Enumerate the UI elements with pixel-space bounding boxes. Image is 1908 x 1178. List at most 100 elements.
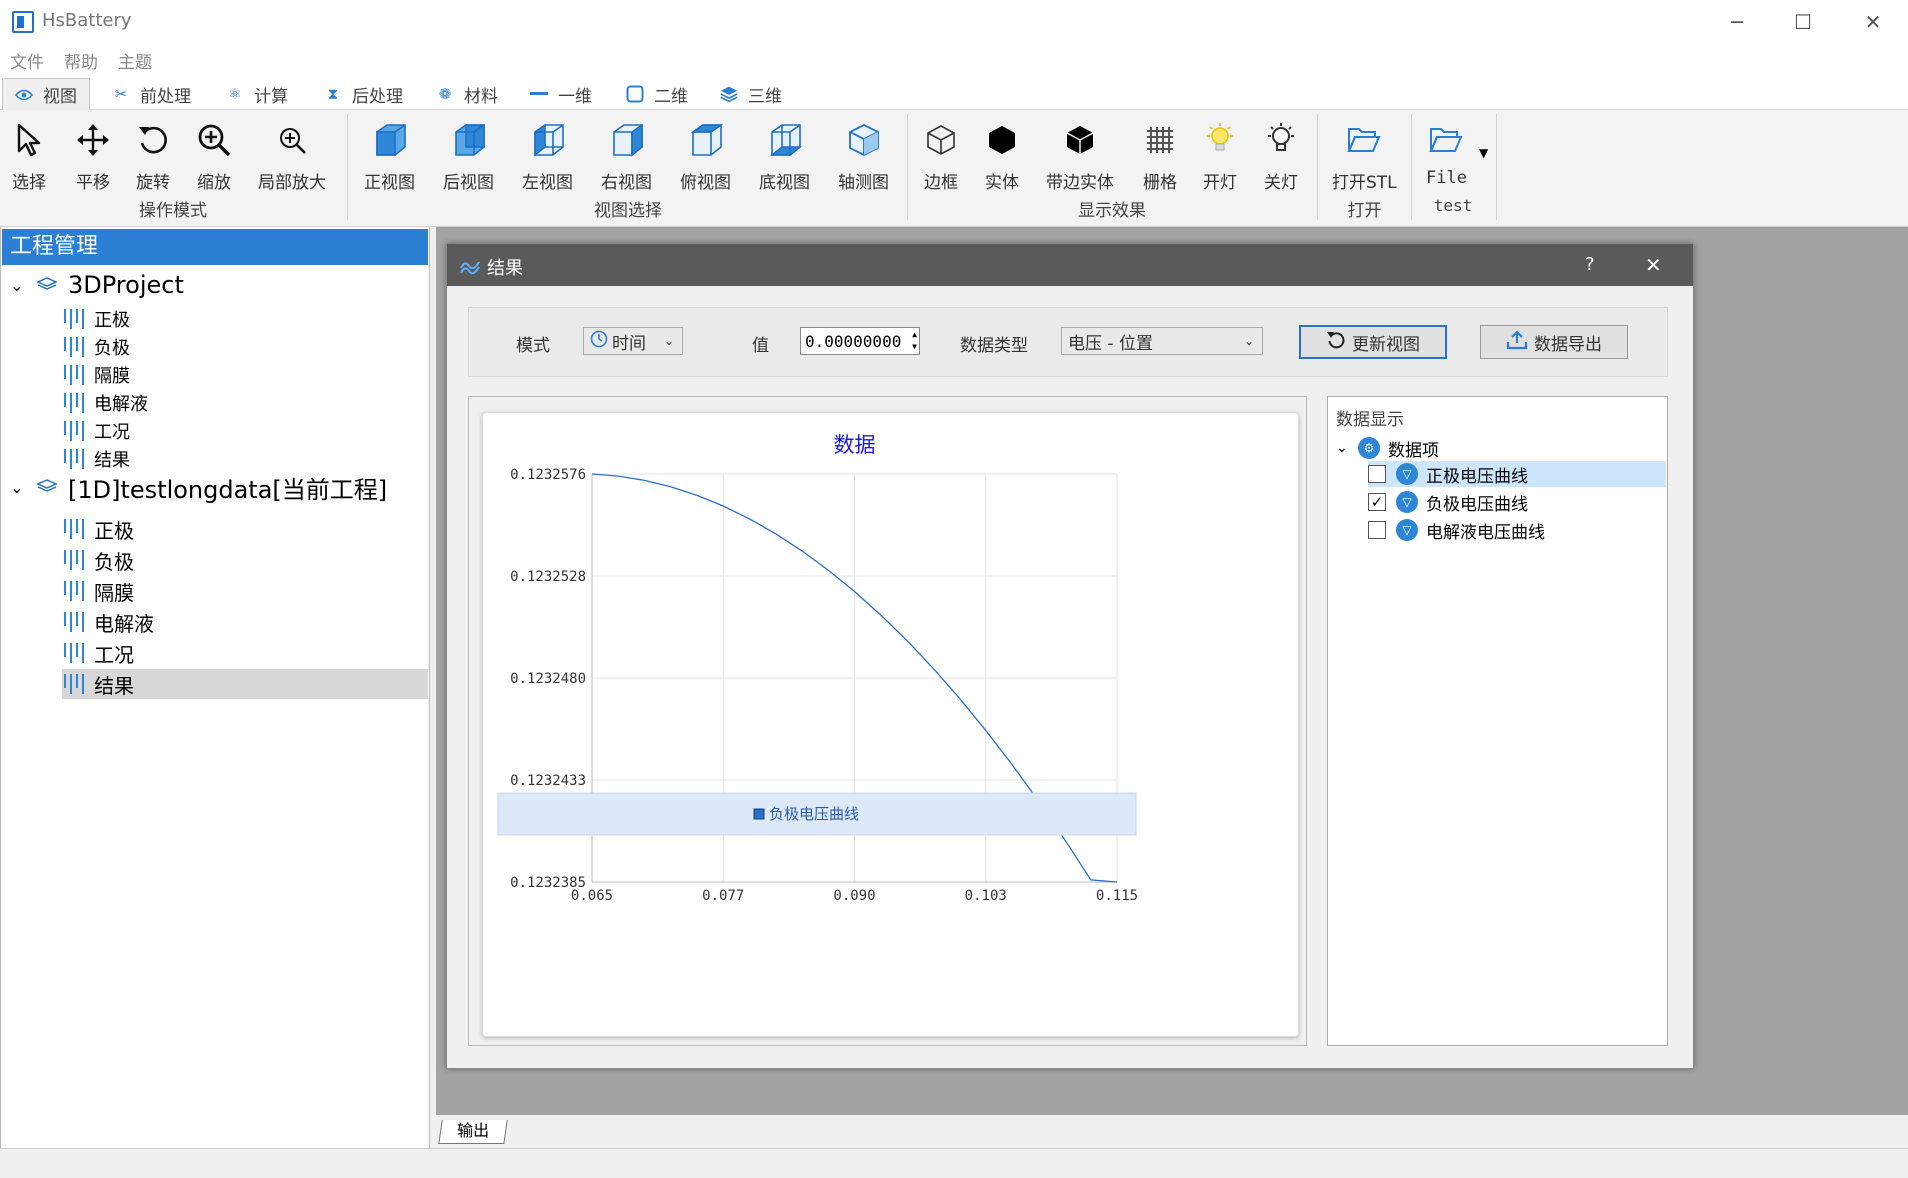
solid-edges-button[interactable]: 带边实体 (1046, 118, 1114, 193)
menu-bar: 文件 帮助 主题 (0, 44, 1908, 76)
x-tick-label: 0.103 (965, 888, 1007, 904)
signal-bars-icon (64, 309, 84, 329)
chevron-down-icon[interactable]: ⌄ (1336, 440, 1358, 456)
tree-item-label: 隔膜 (94, 366, 130, 387)
export-data-button[interactable]: 数据导出 (1480, 325, 1628, 359)
value-spinbox[interactable]: 0.00000000 ▲ ▼ (800, 327, 920, 355)
chevron-down-icon[interactable]: ⌄ (10, 276, 32, 295)
pan-button[interactable]: 平移 (75, 118, 111, 193)
zoom-button[interactable]: 缩放 (196, 118, 232, 193)
data-item[interactable]: ▽ 正极电压曲线 (1368, 461, 1666, 487)
dropdown-arrow-icon[interactable]: ▼ (1479, 146, 1488, 160)
data-item-checkbox[interactable]: ✓ (1368, 493, 1386, 511)
tree-item[interactable]: 电解液 (62, 607, 428, 637)
tree-item[interactable]: 电解液 (62, 390, 428, 416)
select-button[interactable]: 选择 (12, 118, 46, 193)
tab-2d[interactable]: 二维 (614, 78, 700, 110)
mode-select[interactable]: 时间 ⌄ (583, 327, 683, 355)
light-on-button[interactable]: 开灯 (1203, 118, 1237, 193)
tab-compute[interactable]: ⚛ 计算 (214, 78, 300, 110)
data-item[interactable]: ▽ 电解液电压曲线 (1368, 517, 1666, 543)
tab-view[interactable]: 视图 (2, 78, 90, 110)
data-item-checkbox[interactable] (1368, 521, 1386, 539)
menu-help[interactable]: 帮助 (64, 48, 98, 73)
tree-item[interactable]: 负极 (62, 334, 428, 360)
tab-postprocess[interactable]: ⧗ 后处理 (312, 78, 415, 110)
cube-bottom-icon (768, 118, 802, 162)
data-display-title: 数据显示 (1336, 410, 1404, 430)
datatype-label: 数据类型 (960, 336, 1028, 356)
chevron-down-icon[interactable]: ⌄ (10, 478, 32, 497)
data-item-label: 负极电压曲线 (1426, 494, 1528, 515)
tree-root-3dproject[interactable]: ⌄ 3DProject (10, 269, 184, 301)
status-bar (0, 1148, 1908, 1178)
group-label-display: 显示效果 (1078, 201, 1146, 221)
hourglass-icon: ⧗ (327, 85, 339, 103)
file-button[interactable]: File (1426, 118, 1467, 188)
upload-icon (1506, 329, 1528, 355)
wireframe-button[interactable]: 边框 (924, 118, 958, 193)
back-view-button[interactable]: 后视图 (443, 118, 494, 193)
close-window-button[interactable]: ✕ (1838, 0, 1908, 44)
tree-root-label: 3DProject (68, 271, 184, 299)
iso-view-button[interactable]: 轴测图 (838, 118, 889, 193)
tree-item[interactable]: 工况 (62, 418, 428, 444)
tree-item[interactable]: 隔膜 (62, 362, 428, 388)
tree-item[interactable]: 正极 (62, 306, 428, 332)
signal-bars-icon (64, 421, 84, 441)
group-label-views: 视图选择 (594, 201, 662, 221)
tree-item[interactable]: 工况 (62, 638, 428, 668)
square-icon (626, 85, 644, 103)
wave-icon (459, 254, 481, 281)
tab-material[interactable]: ❁ 材料 (424, 78, 510, 110)
grid-button[interactable]: 栅格 (1143, 118, 1177, 193)
x-tick-label: 0.115 (1096, 888, 1138, 904)
data-items-root[interactable]: ⌄ ⚙ 数据项 (1336, 435, 1439, 461)
menu-theme[interactable]: 主题 (118, 48, 152, 73)
data-item[interactable]: ✓ ▽ 负极电压曲线 (1368, 489, 1666, 515)
tree-item[interactable]: 结果 (62, 669, 428, 699)
output-tab[interactable]: 输出 (438, 1120, 508, 1144)
tab-1d[interactable]: 一维 (518, 78, 604, 110)
tree-item[interactable]: 结果 (62, 446, 428, 472)
move-icon (75, 118, 111, 162)
menu-file[interactable]: 文件 (10, 48, 44, 73)
line-chart[interactable]: 数据 0.1232576 0.1232528 0.1232480 0.1232433 0.… (482, 412, 1299, 1037)
maximize-button[interactable]: ☐ (1768, 0, 1838, 44)
tab-label: 二维 (654, 86, 688, 107)
tree-item-label: 电解液 (94, 394, 148, 415)
datatype-select[interactable]: 电压 - 位置 ⌄ (1061, 327, 1263, 355)
open-stl-button[interactable]: 打开STL (1332, 118, 1397, 193)
tab-preprocess[interactable]: ✂ 前处理 (100, 78, 203, 110)
value-label: 值 (752, 336, 769, 356)
tab-label: 材料 (464, 86, 498, 107)
signal-bars-icon (64, 612, 84, 632)
help-button[interactable]: ? (1585, 254, 1595, 275)
left-view-button[interactable]: 左视图 (522, 118, 573, 193)
minimize-button[interactable]: ─ (1702, 0, 1772, 44)
tree-item[interactable]: 隔膜 (62, 576, 428, 606)
right-view-button[interactable]: 右视图 (601, 118, 652, 193)
top-view-button[interactable]: 俯视图 (680, 118, 731, 193)
solid-button[interactable]: 实体 (985, 118, 1019, 193)
tab-3d[interactable]: 三维 (708, 78, 794, 110)
tree-item[interactable]: 负极 (62, 545, 428, 575)
tab-label: 视图 (43, 87, 77, 107)
y-tick-label: 0.1232576 (510, 467, 586, 483)
bottom-view-button[interactable]: 底视图 (759, 118, 810, 193)
tree-item-label: 结果 (94, 673, 134, 698)
spin-arrows-icon[interactable]: ▲ ▼ (912, 329, 917, 353)
close-dialog-button[interactable]: ✕ (1645, 253, 1662, 277)
rotate-button[interactable]: 旋转 (136, 118, 170, 193)
local-zoom-button[interactable]: 局部放大 (258, 118, 326, 193)
signal-bars-icon (64, 393, 84, 413)
front-view-button[interactable]: 正视图 (364, 118, 415, 193)
refresh-view-button[interactable]: 更新视图 (1299, 325, 1447, 359)
signal-bars-icon (64, 643, 84, 663)
light-off-button[interactable]: 关灯 (1264, 118, 1298, 193)
group-label-operation: 操作模式 (139, 201, 207, 221)
data-item-checkbox[interactable] (1368, 465, 1386, 483)
tree-item[interactable]: 正极 (62, 514, 428, 544)
tree-root-testlongdata[interactable]: ⌄ [1D]testlongdata[当前工程] (10, 471, 387, 504)
chevron-down-icon: ⌄ (663, 334, 674, 348)
